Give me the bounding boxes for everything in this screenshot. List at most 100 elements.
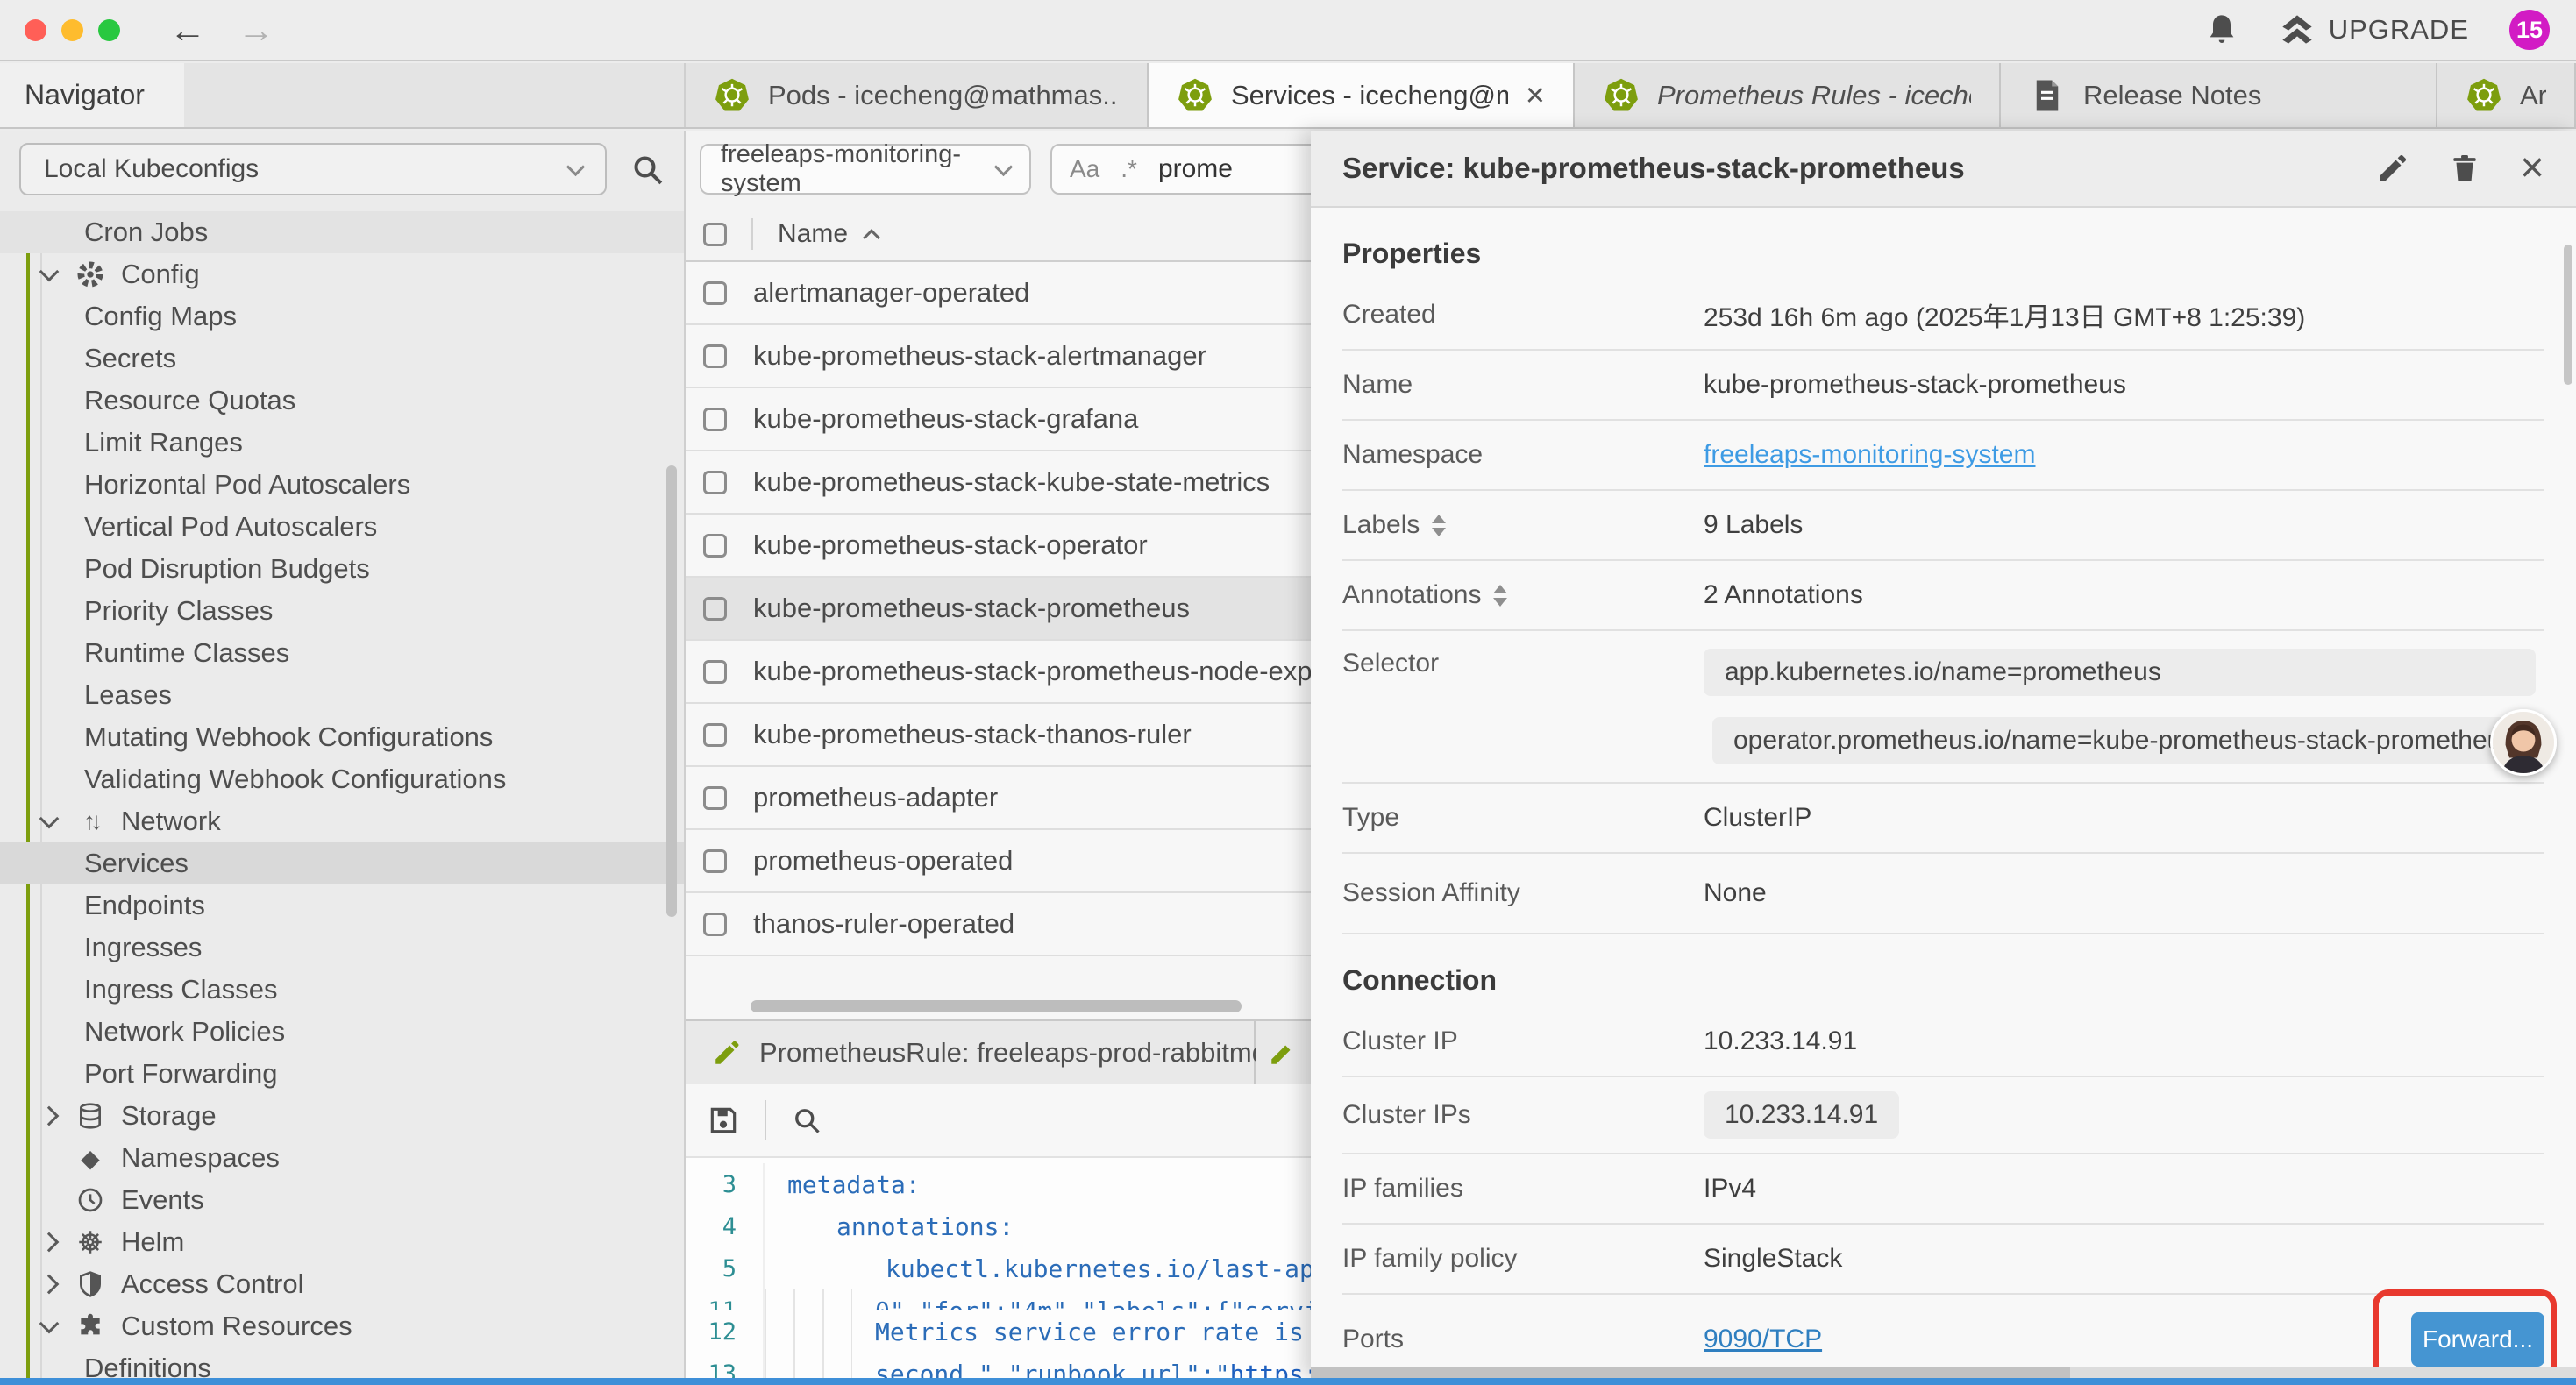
sidebar-group-access-control[interactable]: Access Control: [0, 1263, 684, 1305]
sidebar-group-config[interactable]: Config: [0, 253, 684, 295]
sidebar-item-ingresses[interactable]: Ingresses: [0, 927, 684, 969]
table-search-box[interactable]: Aa .*: [1050, 144, 1311, 195]
row-checkbox[interactable]: [703, 344, 727, 368]
minimize-window-button[interactable]: [61, 19, 83, 41]
horizontal-scrollbar[interactable]: [751, 1000, 1242, 1012]
table-row[interactable]: kube-prometheus-stack-grafana: [686, 388, 1311, 451]
close-tab-icon[interactable]: ×: [1526, 79, 1545, 112]
row-checkbox[interactable]: [703, 534, 727, 558]
sidebar-scrollbar[interactable]: [666, 465, 677, 917]
sidebar-item-cron-jobs[interactable]: Cron Jobs: [0, 211, 684, 253]
sidebar-item-validating-webhook-configurations[interactable]: Validating Webhook Configurations: [0, 758, 684, 800]
upgrade-button[interactable]: UPGRADE: [2280, 12, 2469, 47]
forward-port-button[interactable]: Forward...: [2411, 1312, 2544, 1367]
table-row-selected[interactable]: kube-prometheus-stack-prometheus: [686, 578, 1311, 641]
yaml-editor[interactable]: 3 metadata: 4 annotations: 5 kubectl.kub…: [686, 1158, 1311, 1378]
namespace-link[interactable]: freeleaps-monitoring-system: [1704, 440, 2035, 470]
tab-label: Services - icecheng@math...: [1231, 80, 1508, 111]
window-bottom-accent: [0, 1378, 2576, 1385]
save-icon[interactable]: [707, 1104, 740, 1137]
port-link[interactable]: 9090/TCP: [1704, 1325, 1822, 1354]
sidebar-item-mutating-webhook-configurations[interactable]: Mutating Webhook Configurations: [0, 716, 684, 758]
sidebar-item-namespaces[interactable]: ◆ Namespaces: [0, 1137, 684, 1179]
sidebar-group-custom-resources[interactable]: Custom Resources: [0, 1305, 684, 1347]
table-row[interactable]: prometheus-adapter: [686, 767, 1311, 830]
row-checkbox[interactable]: [703, 723, 727, 747]
sidebar-item-runtime-classes[interactable]: Runtime Classes: [0, 632, 684, 674]
detail-horizontal-scrollbar[interactable]: [1311, 1367, 2070, 1378]
table-row[interactable]: kube-prometheus-stack-alertmanager: [686, 325, 1311, 388]
sidebar-item-config-maps[interactable]: Config Maps: [0, 295, 684, 337]
user-avatar[interactable]: [2490, 709, 2557, 776]
table-row[interactable]: prometheus-operated: [686, 830, 1311, 893]
sidebar-group-helm[interactable]: Helm: [0, 1221, 684, 1263]
editor-search-icon[interactable]: [791, 1104, 822, 1136]
row-checkbox[interactable]: [703, 849, 727, 873]
dock-tab-partial[interactable]: [1256, 1021, 1311, 1084]
tab-argo[interactable]: Argo Se: [2437, 63, 2576, 127]
table-row[interactable]: kube-prometheus-stack-kube-state-metrics: [686, 451, 1311, 515]
shield-icon: [74, 1268, 107, 1301]
tab-release-notes[interactable]: Release Notes: [2001, 63, 2437, 127]
table-row[interactable]: alertmanager-operated: [686, 262, 1311, 325]
sidebar-group-storage[interactable]: Storage: [0, 1095, 684, 1137]
row-checkbox[interactable]: [703, 597, 727, 621]
notification-count-badge[interactable]: 15: [2509, 10, 2550, 50]
match-case-toggle[interactable]: Aa: [1070, 155, 1099, 183]
sidebar-item-ingress-classes[interactable]: Ingress Classes: [0, 969, 684, 1011]
tab-services[interactable]: Services - icecheng@math... ×: [1149, 63, 1575, 127]
tab-pods[interactable]: Pods - icecheng@mathmas...: [686, 63, 1149, 127]
expand-collapse-icon[interactable]: [1432, 515, 1446, 536]
detail-vertical-scrollbar[interactable]: [2564, 245, 2572, 385]
row-checkbox[interactable]: [703, 471, 727, 494]
expand-collapse-icon[interactable]: [1493, 585, 1507, 607]
sidebar-item-limit-ranges[interactable]: Limit Ranges: [0, 422, 684, 464]
row-checkbox[interactable]: [703, 660, 727, 684]
notifications-bell-icon[interactable]: [2204, 12, 2239, 47]
row-checkbox[interactable]: [703, 913, 727, 936]
row-checkbox[interactable]: [703, 408, 727, 431]
document-icon: [2029, 77, 2066, 114]
search-input[interactable]: [1158, 154, 1311, 184]
name-column-header[interactable]: Name: [778, 219, 848, 249]
namespace-select[interactable]: freeleaps-monitoring-system: [700, 144, 1031, 195]
sidebar-group-network[interactable]: ↑↓ Network: [0, 800, 684, 842]
dock-tab-prometheusrule[interactable]: PrometheusRule: freeleaps-prod-rabbitmq: [686, 1021, 1256, 1084]
sidebar-item-leases[interactable]: Leases: [0, 674, 684, 716]
table-row[interactable]: kube-prometheus-stack-prometheus-node-ex…: [686, 641, 1311, 704]
table-row[interactable]: thanos-ruler-operated: [686, 893, 1311, 956]
sidebar-item-services[interactable]: Services: [0, 842, 684, 884]
chevron-down-icon: [39, 1314, 60, 1334]
close-window-button[interactable]: [25, 19, 46, 41]
back-arrow-icon[interactable]: ←: [169, 9, 206, 51]
regex-toggle[interactable]: .*: [1121, 155, 1137, 183]
row-checkbox[interactable]: [703, 281, 727, 305]
sidebar-item-network-policies[interactable]: Network Policies: [0, 1011, 684, 1053]
sidebar-item-pod-disruption-budgets[interactable]: Pod Disruption Budgets: [0, 548, 684, 590]
upgrade-label: UPGRADE: [2329, 14, 2469, 46]
sidebar-item-vertical-pod-autoscalers[interactable]: Vertical Pod Autoscalers: [0, 506, 684, 548]
forward-arrow-icon[interactable]: →: [238, 9, 274, 51]
sidebar-item-events[interactable]: Events: [0, 1179, 684, 1221]
sidebar-item-priority-classes[interactable]: Priority Classes: [0, 590, 684, 632]
tab-prometheus-rules[interactable]: Prometheus Rules - icecheng...: [1575, 63, 2001, 127]
sidebar-item-resource-quotas[interactable]: Resource Quotas: [0, 380, 684, 422]
sidebar-item-definitions[interactable]: Definitions: [0, 1347, 684, 1378]
detail-row-cluster-ip: Cluster IP 10.233.14.91: [1342, 1007, 2544, 1077]
edit-pencil-icon[interactable]: [2376, 152, 2409, 185]
close-drawer-icon[interactable]: ×: [2520, 147, 2544, 189]
select-all-checkbox[interactable]: [703, 223, 727, 246]
table-row[interactable]: kube-prometheus-stack-operator: [686, 515, 1311, 578]
delete-trash-icon[interactable]: [2448, 152, 2481, 185]
kubeconfig-select[interactable]: Local Kubeconfigs: [19, 143, 607, 195]
sidebar-item-endpoints[interactable]: Endpoints: [0, 884, 684, 927]
sidebar-item-horizontal-pod-autoscalers[interactable]: Horizontal Pod Autoscalers: [0, 464, 684, 506]
runbook-url-link[interactable]: https://net: [1230, 1360, 1311, 1379]
search-icon[interactable]: [630, 152, 665, 187]
table-row[interactable]: kube-prometheus-stack-thanos-ruler: [686, 704, 1311, 767]
maximize-window-button[interactable]: [98, 19, 120, 41]
chevron-down-icon: [39, 262, 60, 282]
sidebar-item-secrets[interactable]: Secrets: [0, 337, 684, 380]
sidebar-item-port-forwarding[interactable]: Port Forwarding: [0, 1053, 684, 1095]
row-checkbox[interactable]: [703, 786, 727, 810]
